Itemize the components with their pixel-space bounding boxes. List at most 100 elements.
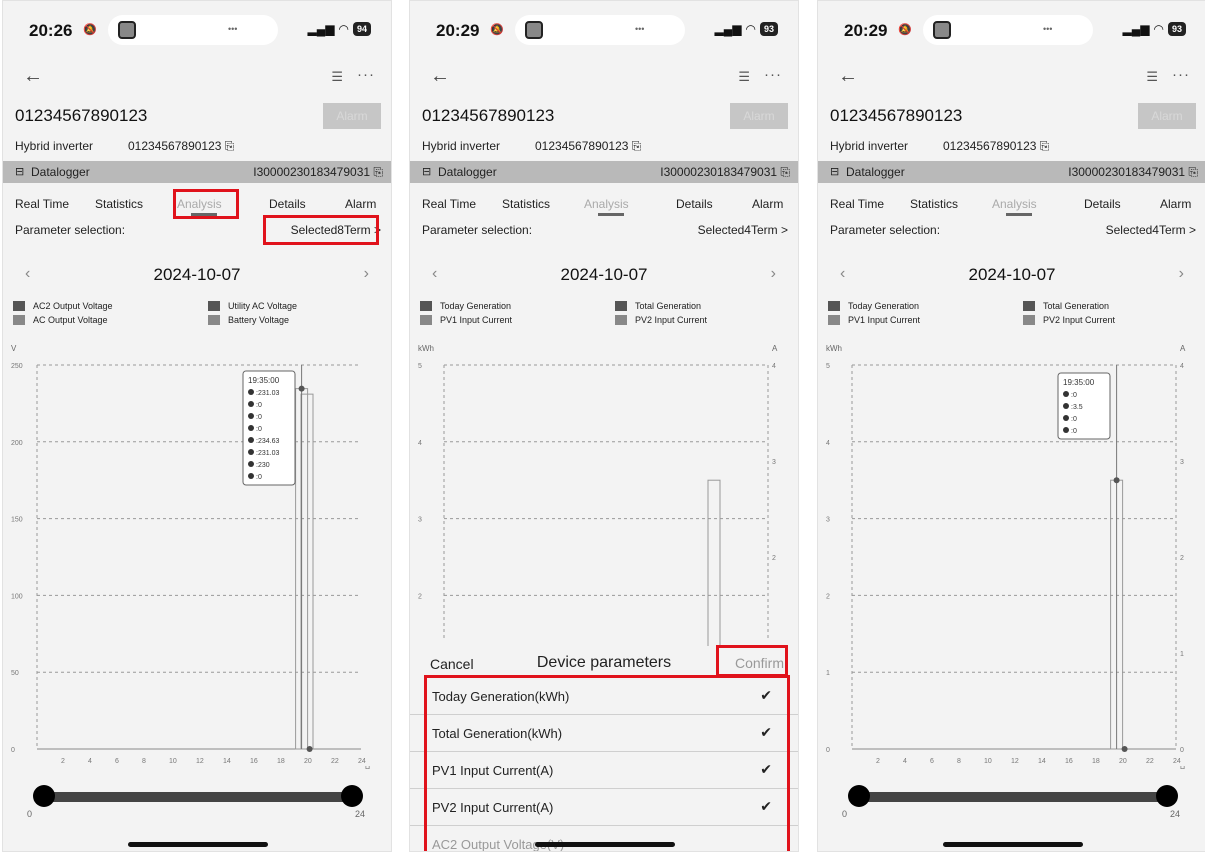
tab-analysis[interactable]: Analysis (992, 197, 1037, 211)
more-icon[interactable]: ··· (764, 66, 782, 83)
parameter-selection-label: Parameter selection: (422, 223, 533, 237)
hybrid-inverter-serial: 01234567890123 ⎘ (128, 139, 235, 153)
top-nav: ← ☰ ··· (818, 65, 1205, 87)
tab-real-time[interactable]: Real Time (422, 197, 476, 211)
parameter-selection-value[interactable]: Selected8Term > (291, 223, 381, 237)
back-arrow-icon[interactable]: ← (23, 65, 43, 88)
legend-item[interactable]: PV1 Input Current (420, 315, 512, 325)
time-range-slider[interactable] (848, 781, 1178, 811)
legend-item[interactable]: Today Generation (420, 301, 511, 311)
copy-icon[interactable]: ⎘ (373, 165, 383, 179)
y-tick-label: 0 (826, 747, 830, 754)
datalogger-icon: ⊟ (830, 166, 840, 178)
slider-end-handle[interactable] (1156, 785, 1178, 807)
time-range-slider[interactable] (33, 781, 363, 811)
selected-date[interactable]: 2024-10-07 (410, 265, 798, 285)
legend-swatch (13, 301, 25, 311)
slider-start-handle[interactable] (33, 785, 55, 807)
tab-real-time[interactable]: Real Time (15, 197, 69, 211)
slider-end-handle[interactable] (341, 785, 363, 807)
copy-icon[interactable]: ⎘ (225, 139, 235, 153)
tab-details[interactable]: Details (1084, 197, 1121, 211)
y-tick-label: 5 (826, 363, 830, 370)
tooltip-value: :0 (256, 414, 262, 421)
parameter-item[interactable]: Total Generation(kWh) ✔ (410, 715, 798, 752)
tab-details[interactable]: Details (676, 197, 713, 211)
back-arrow-icon[interactable]: ← (838, 65, 858, 88)
tab-statistics[interactable]: Statistics (95, 197, 143, 211)
copy-icon[interactable]: ⎘ (1188, 165, 1198, 179)
legend-swatch (1023, 301, 1035, 311)
slider-track[interactable] (45, 792, 351, 802)
tooltip-time: 19:35:00 (248, 376, 280, 385)
x-tick-label: 20 (1119, 758, 1127, 765)
tooltip-time: 19:35:00 (1063, 378, 1095, 387)
legend-item[interactable]: Battery Voltage (208, 315, 289, 325)
filter-icon[interactable]: ☰ (331, 69, 343, 85)
legend-item[interactable]: PV2 Input Current (615, 315, 707, 325)
mute-bell-icon: 🔕 (83, 24, 97, 36)
next-date-icon[interactable]: › (771, 265, 776, 283)
legend-item[interactable]: Total Generation (1023, 301, 1109, 311)
slider-min-label: 0 (842, 809, 848, 819)
x-tick-label: 2 (876, 758, 880, 765)
legend-item[interactable]: Total Generation (615, 301, 701, 311)
next-date-icon[interactable]: › (1179, 265, 1184, 283)
more-icon[interactable]: ··· (357, 66, 375, 83)
datalogger-icon: ⊟ (422, 166, 432, 178)
more-icon[interactable]: ··· (1172, 66, 1190, 83)
legend-swatch (1023, 315, 1035, 325)
parameter-selection-value[interactable]: Selected4Term > (1106, 223, 1196, 237)
back-arrow-icon[interactable]: ← (430, 65, 450, 88)
datalogger-icon: ⊟ (15, 166, 25, 178)
analysis-chart[interactable]: kWhA0123450123424681012141618202224H19:3… (818, 339, 1205, 769)
legend-item[interactable]: Utility AC Voltage (208, 301, 297, 311)
tab-statistics[interactable]: Statistics (910, 197, 958, 211)
legend-item[interactable]: PV1 Input Current (828, 315, 920, 325)
y-tick-label: 4 (826, 440, 830, 447)
filter-icon[interactable]: ☰ (1146, 69, 1158, 85)
copy-icon[interactable]: ⎘ (780, 165, 790, 179)
slider-start-handle[interactable] (848, 785, 870, 807)
tab-alarm[interactable]: Alarm (752, 197, 783, 211)
filter-icon[interactable]: ☰ (738, 69, 750, 85)
parameter-item[interactable]: Today Generation(kWh) ✔ (410, 678, 798, 715)
tab-details[interactable]: Details (269, 197, 306, 211)
tab-statistics[interactable]: Statistics (502, 197, 550, 211)
alarm-button[interactable]: Alarm (730, 103, 788, 129)
datalogger-bar[interactable]: ⊟ Datalogger I30000230183479031 ⎘ (3, 161, 391, 183)
activity-indicator-icon: ••• (635, 24, 645, 34)
selected-date[interactable]: 2024-10-07 (818, 265, 1205, 285)
selected-date[interactable]: 2024-10-07 (3, 265, 391, 285)
check-icon: ✔ (760, 761, 772, 777)
tab-analysis[interactable]: Analysis (177, 197, 222, 211)
parameter-item[interactable]: PV2 Input Current(A) ✔ (410, 789, 798, 826)
next-date-icon[interactable]: › (364, 265, 369, 283)
copy-icon[interactable]: ⎘ (1040, 139, 1050, 153)
legend-item[interactable]: Today Generation (828, 301, 919, 311)
datalogger-bar[interactable]: ⊟ Datalogger I30000230183479031 ⎘ (410, 161, 798, 183)
tab-real-time[interactable]: Real Time (830, 197, 884, 211)
alarm-button[interactable]: Alarm (1138, 103, 1196, 129)
tab-analysis[interactable]: Analysis (584, 197, 629, 211)
hybrid-inverter-serial: 01234567890123 ⎘ (943, 139, 1050, 153)
activity-indicator-icon: ••• (1043, 24, 1053, 34)
datalogger-bar[interactable]: ⊟ Datalogger I30000230183479031 ⎘ (818, 161, 1205, 183)
copy-icon[interactable]: ⎘ (632, 139, 642, 153)
parameter-item[interactable]: AC2 Output Voltage(V) (410, 826, 798, 851)
battery-icon: 93 (759, 22, 778, 36)
battery-icon: 94 (352, 22, 371, 36)
confirm-button[interactable]: Confirm (735, 655, 784, 671)
slider-track[interactable] (860, 792, 1166, 802)
hybrid-inverter-label: Hybrid inverter (422, 139, 501, 153)
analysis-chart[interactable]: V05010015020025024681012141618202224H19:… (3, 339, 391, 769)
tooltip-value: :231.03 (256, 450, 279, 457)
legend-item[interactable]: AC2 Output Voltage (13, 301, 113, 311)
parameter-selection-value[interactable]: Selected4Term > (698, 223, 788, 237)
tab-alarm[interactable]: Alarm (1160, 197, 1191, 211)
parameter-item[interactable]: PV1 Input Current(A) ✔ (410, 752, 798, 789)
legend-item[interactable]: AC Output Voltage (13, 315, 108, 325)
legend-item[interactable]: PV2 Input Current (1023, 315, 1115, 325)
alarm-button[interactable]: Alarm (323, 103, 381, 129)
tab-alarm[interactable]: Alarm (345, 197, 376, 211)
